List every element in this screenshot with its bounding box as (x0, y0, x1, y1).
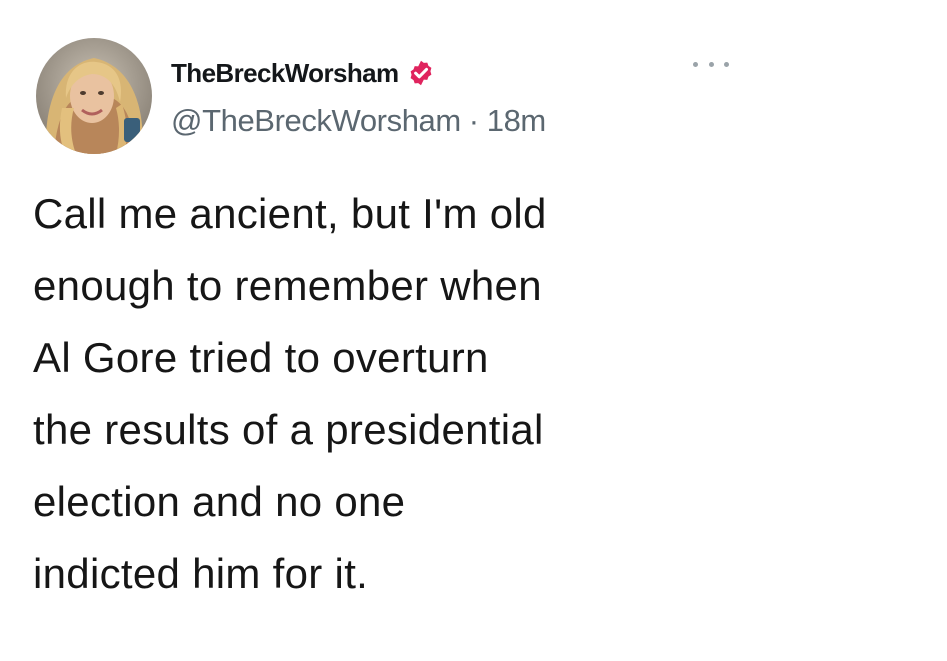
tweet-text-line: the results of a presidential (33, 406, 544, 453)
tweet-card: TheBreckWorsham @TheBreckWorsham · 18m C… (0, 0, 947, 661)
verified-badge-icon (407, 59, 435, 87)
tweet-text-line: election and no one (33, 478, 406, 525)
name-row: TheBreckWorsham (171, 55, 435, 91)
dot (708, 61, 714, 67)
separator: · (468, 103, 479, 138)
dot (724, 61, 729, 67)
tweet-text-line: Call me ancient, but I'm old (33, 190, 547, 237)
tweet-text-line: indicted him for it. (33, 550, 369, 597)
meta-row: @TheBreckWorsham · 18m (171, 101, 546, 141)
tweet-text-line: Al Gore tried to overturn (33, 334, 489, 381)
display-name[interactable]: TheBreckWorsham (171, 58, 399, 89)
timestamp[interactable]: 18m (487, 103, 547, 139)
tweet-text-line: enough to remember when (33, 262, 542, 309)
dot (693, 61, 698, 67)
handle[interactable]: @TheBreckWorsham (171, 103, 461, 139)
tweet-text: Call me ancient, but I'm old enough to r… (33, 178, 913, 610)
avatar[interactable] (36, 38, 152, 154)
more-options-icon[interactable] (693, 52, 729, 76)
profile-photo (36, 38, 152, 154)
